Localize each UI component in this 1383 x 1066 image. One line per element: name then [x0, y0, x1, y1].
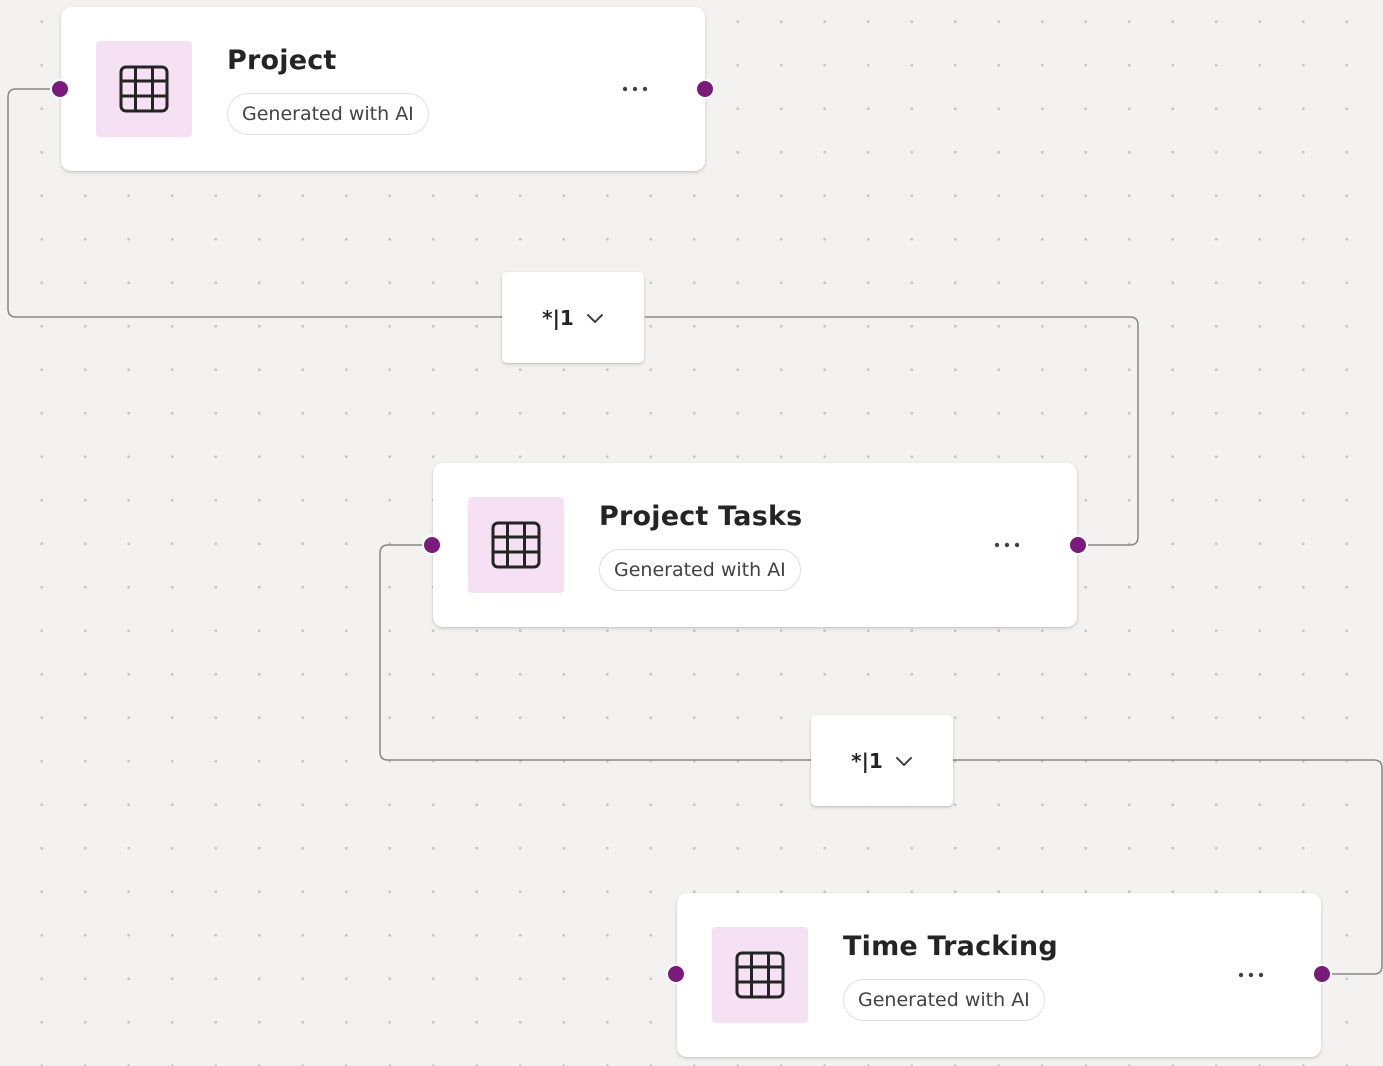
more-options-button[interactable]: [1231, 955, 1271, 995]
chevron-down-icon: [895, 756, 912, 766]
more-horizontal-icon: [994, 542, 1020, 548]
chevron-down-icon: [586, 313, 603, 323]
table-grid-icon: [119, 65, 169, 113]
table-card-project-tasks[interactable]: Project Tasks Generated with AI: [433, 463, 1077, 627]
more-options-button[interactable]: [615, 69, 655, 109]
more-horizontal-icon: [1238, 972, 1264, 978]
generated-with-ai-badge: Generated with AI: [227, 93, 429, 135]
connection-handle-left[interactable]: [666, 964, 686, 984]
connection-handle-right[interactable]: [1312, 964, 1332, 984]
cardinality-label: *|1: [542, 305, 574, 330]
connection-handle-right[interactable]: [1068, 535, 1088, 555]
generated-with-ai-badge: Generated with AI: [599, 549, 801, 591]
table-title: Project: [227, 45, 337, 76]
generated-with-ai-badge: Generated with AI: [843, 979, 1045, 1021]
connection-handle-right[interactable]: [695, 79, 715, 99]
more-horizontal-icon: [622, 86, 648, 92]
table-grid-icon: [491, 521, 541, 569]
table-icon-tile: [468, 497, 564, 593]
table-title: Project Tasks: [599, 501, 803, 532]
relationship-cardinality-dropdown[interactable]: *|1: [811, 715, 953, 806]
table-icon-tile: [96, 41, 192, 137]
table-title: Time Tracking: [843, 931, 1058, 962]
table-card-project[interactable]: Project Generated with AI: [61, 7, 705, 171]
table-grid-icon: [735, 951, 785, 999]
table-card-time-tracking[interactable]: Time Tracking Generated with AI: [677, 893, 1321, 1057]
relationship-cardinality-dropdown[interactable]: *|1: [502, 272, 644, 363]
cardinality-label: *|1: [851, 748, 883, 773]
more-options-button[interactable]: [987, 525, 1027, 565]
table-icon-tile: [712, 927, 808, 1023]
connection-handle-left[interactable]: [422, 535, 442, 555]
connection-handle-left[interactable]: [50, 79, 70, 99]
